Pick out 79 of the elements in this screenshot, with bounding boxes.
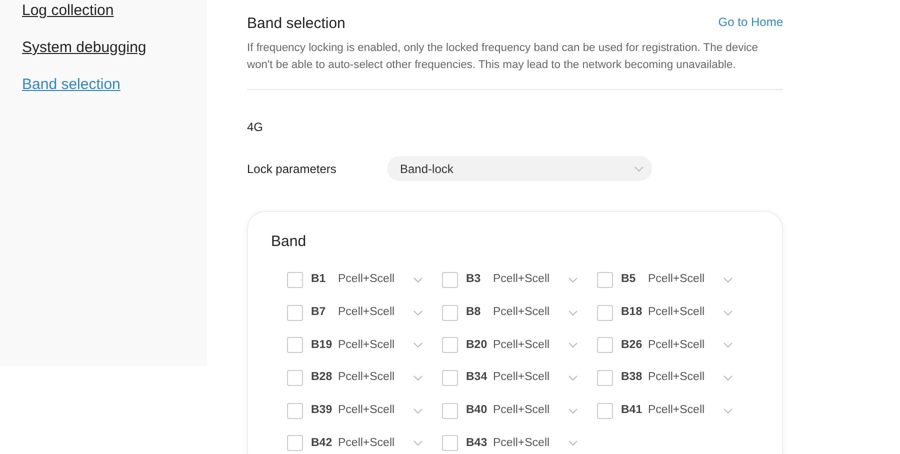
band-name: B26 bbox=[621, 338, 644, 353]
mode-dropdown[interactable]: Pcell+Scell bbox=[493, 402, 578, 420]
mode-dropdown[interactable]: Pcell+Scell bbox=[338, 336, 423, 354]
chevron-icon bbox=[568, 310, 578, 316]
band-name: B1 bbox=[311, 272, 327, 288]
chevron-icon bbox=[568, 440, 578, 446]
chevron-icon bbox=[413, 277, 423, 283]
checkbox[interactable] bbox=[442, 304, 458, 321]
chevron-icon bbox=[723, 277, 733, 283]
chevron-icon bbox=[723, 375, 733, 382]
checkbox[interactable] bbox=[442, 435, 458, 452]
mode-dropdown[interactable]: Pcell+Scell bbox=[648, 336, 733, 354]
mode-dropdown[interactable]: Pcell+Scell bbox=[648, 271, 733, 289]
checkbox[interactable] bbox=[597, 337, 613, 354]
mode-dropdown[interactable]: Pcell+Scell bbox=[338, 369, 423, 387]
chevron-icon bbox=[634, 166, 644, 172]
mode-dropdown[interactable]: Pcell+Scell bbox=[648, 402, 733, 420]
field-label: Lock parameters bbox=[247, 160, 338, 178]
chevron-icon bbox=[568, 375, 578, 382]
band-name: B41 bbox=[621, 403, 644, 418]
checkbox[interactable] bbox=[442, 272, 458, 288]
chevron-icon bbox=[568, 342, 578, 348]
description-text: If frequency locking is enabled, only the locked frequency band can be used for registration. The device won't be able to auto-select other frequencies. This may lead to the network becoming unavailable. bbox=[247, 40, 783, 90]
mode-dropdown[interactable]: Pcell+Scell bbox=[493, 434, 578, 452]
sidebar-item[interactable]: Band selection bbox=[0, 76, 207, 113]
checkbox[interactable] bbox=[597, 402, 613, 419]
mode-dropdown[interactable]: Pcell+Scell bbox=[338, 271, 423, 289]
checkbox[interactable] bbox=[442, 402, 458, 419]
band-name: B38 bbox=[621, 370, 644, 386]
checkbox[interactable] bbox=[287, 337, 303, 354]
band-name: B8 bbox=[466, 305, 482, 320]
checkbox[interactable] bbox=[287, 402, 303, 419]
mode-dropdown[interactable]: Pcell+Scell bbox=[338, 304, 423, 322]
card-title: Band bbox=[271, 232, 308, 252]
page-title: Band selection bbox=[247, 15, 346, 33]
sidebar-item[interactable]: Log collection bbox=[0, 2, 207, 39]
band-name: B3 bbox=[466, 272, 482, 288]
band-name: B43 bbox=[466, 436, 488, 451]
band-name: B20 bbox=[466, 338, 488, 353]
chevron-icon bbox=[568, 408, 578, 414]
band-name: B5 bbox=[621, 272, 637, 288]
checkbox[interactable] bbox=[597, 272, 613, 288]
mode-dropdown[interactable]: Pcell+Scell bbox=[338, 434, 423, 452]
home-link[interactable]: Go to Home bbox=[718, 14, 783, 30]
band-name: B39 bbox=[311, 403, 334, 418]
band-name: B28 bbox=[311, 370, 334, 386]
mode-dropdown[interactable]: Pcell+Scell bbox=[648, 304, 733, 322]
band-name: B19 bbox=[311, 338, 334, 353]
chevron-icon bbox=[413, 310, 423, 316]
checkbox[interactable] bbox=[287, 272, 303, 288]
mode-dropdown[interactable]: Pcell+Scell bbox=[648, 369, 733, 387]
checkbox[interactable] bbox=[442, 370, 458, 386]
mode-dropdown[interactable]: Pcell+Scell bbox=[493, 304, 578, 322]
checkbox[interactable] bbox=[597, 304, 613, 321]
checkbox[interactable] bbox=[287, 435, 303, 452]
band-name: B34 bbox=[466, 370, 488, 386]
band-name: B42 bbox=[311, 436, 334, 451]
chevron-icon bbox=[568, 277, 578, 283]
mode-dropdown[interactable]: Pcell+Scell bbox=[493, 369, 578, 387]
chevron-icon bbox=[723, 310, 733, 316]
mode-dropdown[interactable]: Pcell+Scell bbox=[493, 336, 578, 354]
checkbox[interactable] bbox=[287, 370, 303, 386]
chevron-icon bbox=[413, 375, 423, 382]
chevron-icon bbox=[723, 342, 733, 348]
chevron-icon bbox=[413, 440, 423, 446]
mode-dropdown[interactable]: Pcell+Scell bbox=[493, 271, 578, 289]
sidebar-item[interactable]: System debugging bbox=[0, 39, 207, 76]
network-label: 4G bbox=[247, 120, 264, 134]
mode-dropdown[interactable]: Pcell+Scell bbox=[338, 402, 423, 420]
chevron-icon bbox=[723, 408, 733, 414]
band-name: B40 bbox=[466, 403, 488, 418]
chevron-icon bbox=[413, 408, 423, 414]
checkbox[interactable] bbox=[442, 337, 458, 354]
chevron-icon bbox=[413, 342, 423, 348]
band-name: B18 bbox=[621, 305, 644, 320]
checkbox[interactable] bbox=[287, 304, 303, 321]
lock-parameters-dropdown[interactable]: Band-lock bbox=[387, 156, 652, 181]
band-name: B7 bbox=[311, 305, 327, 320]
checkbox[interactable] bbox=[597, 370, 613, 386]
